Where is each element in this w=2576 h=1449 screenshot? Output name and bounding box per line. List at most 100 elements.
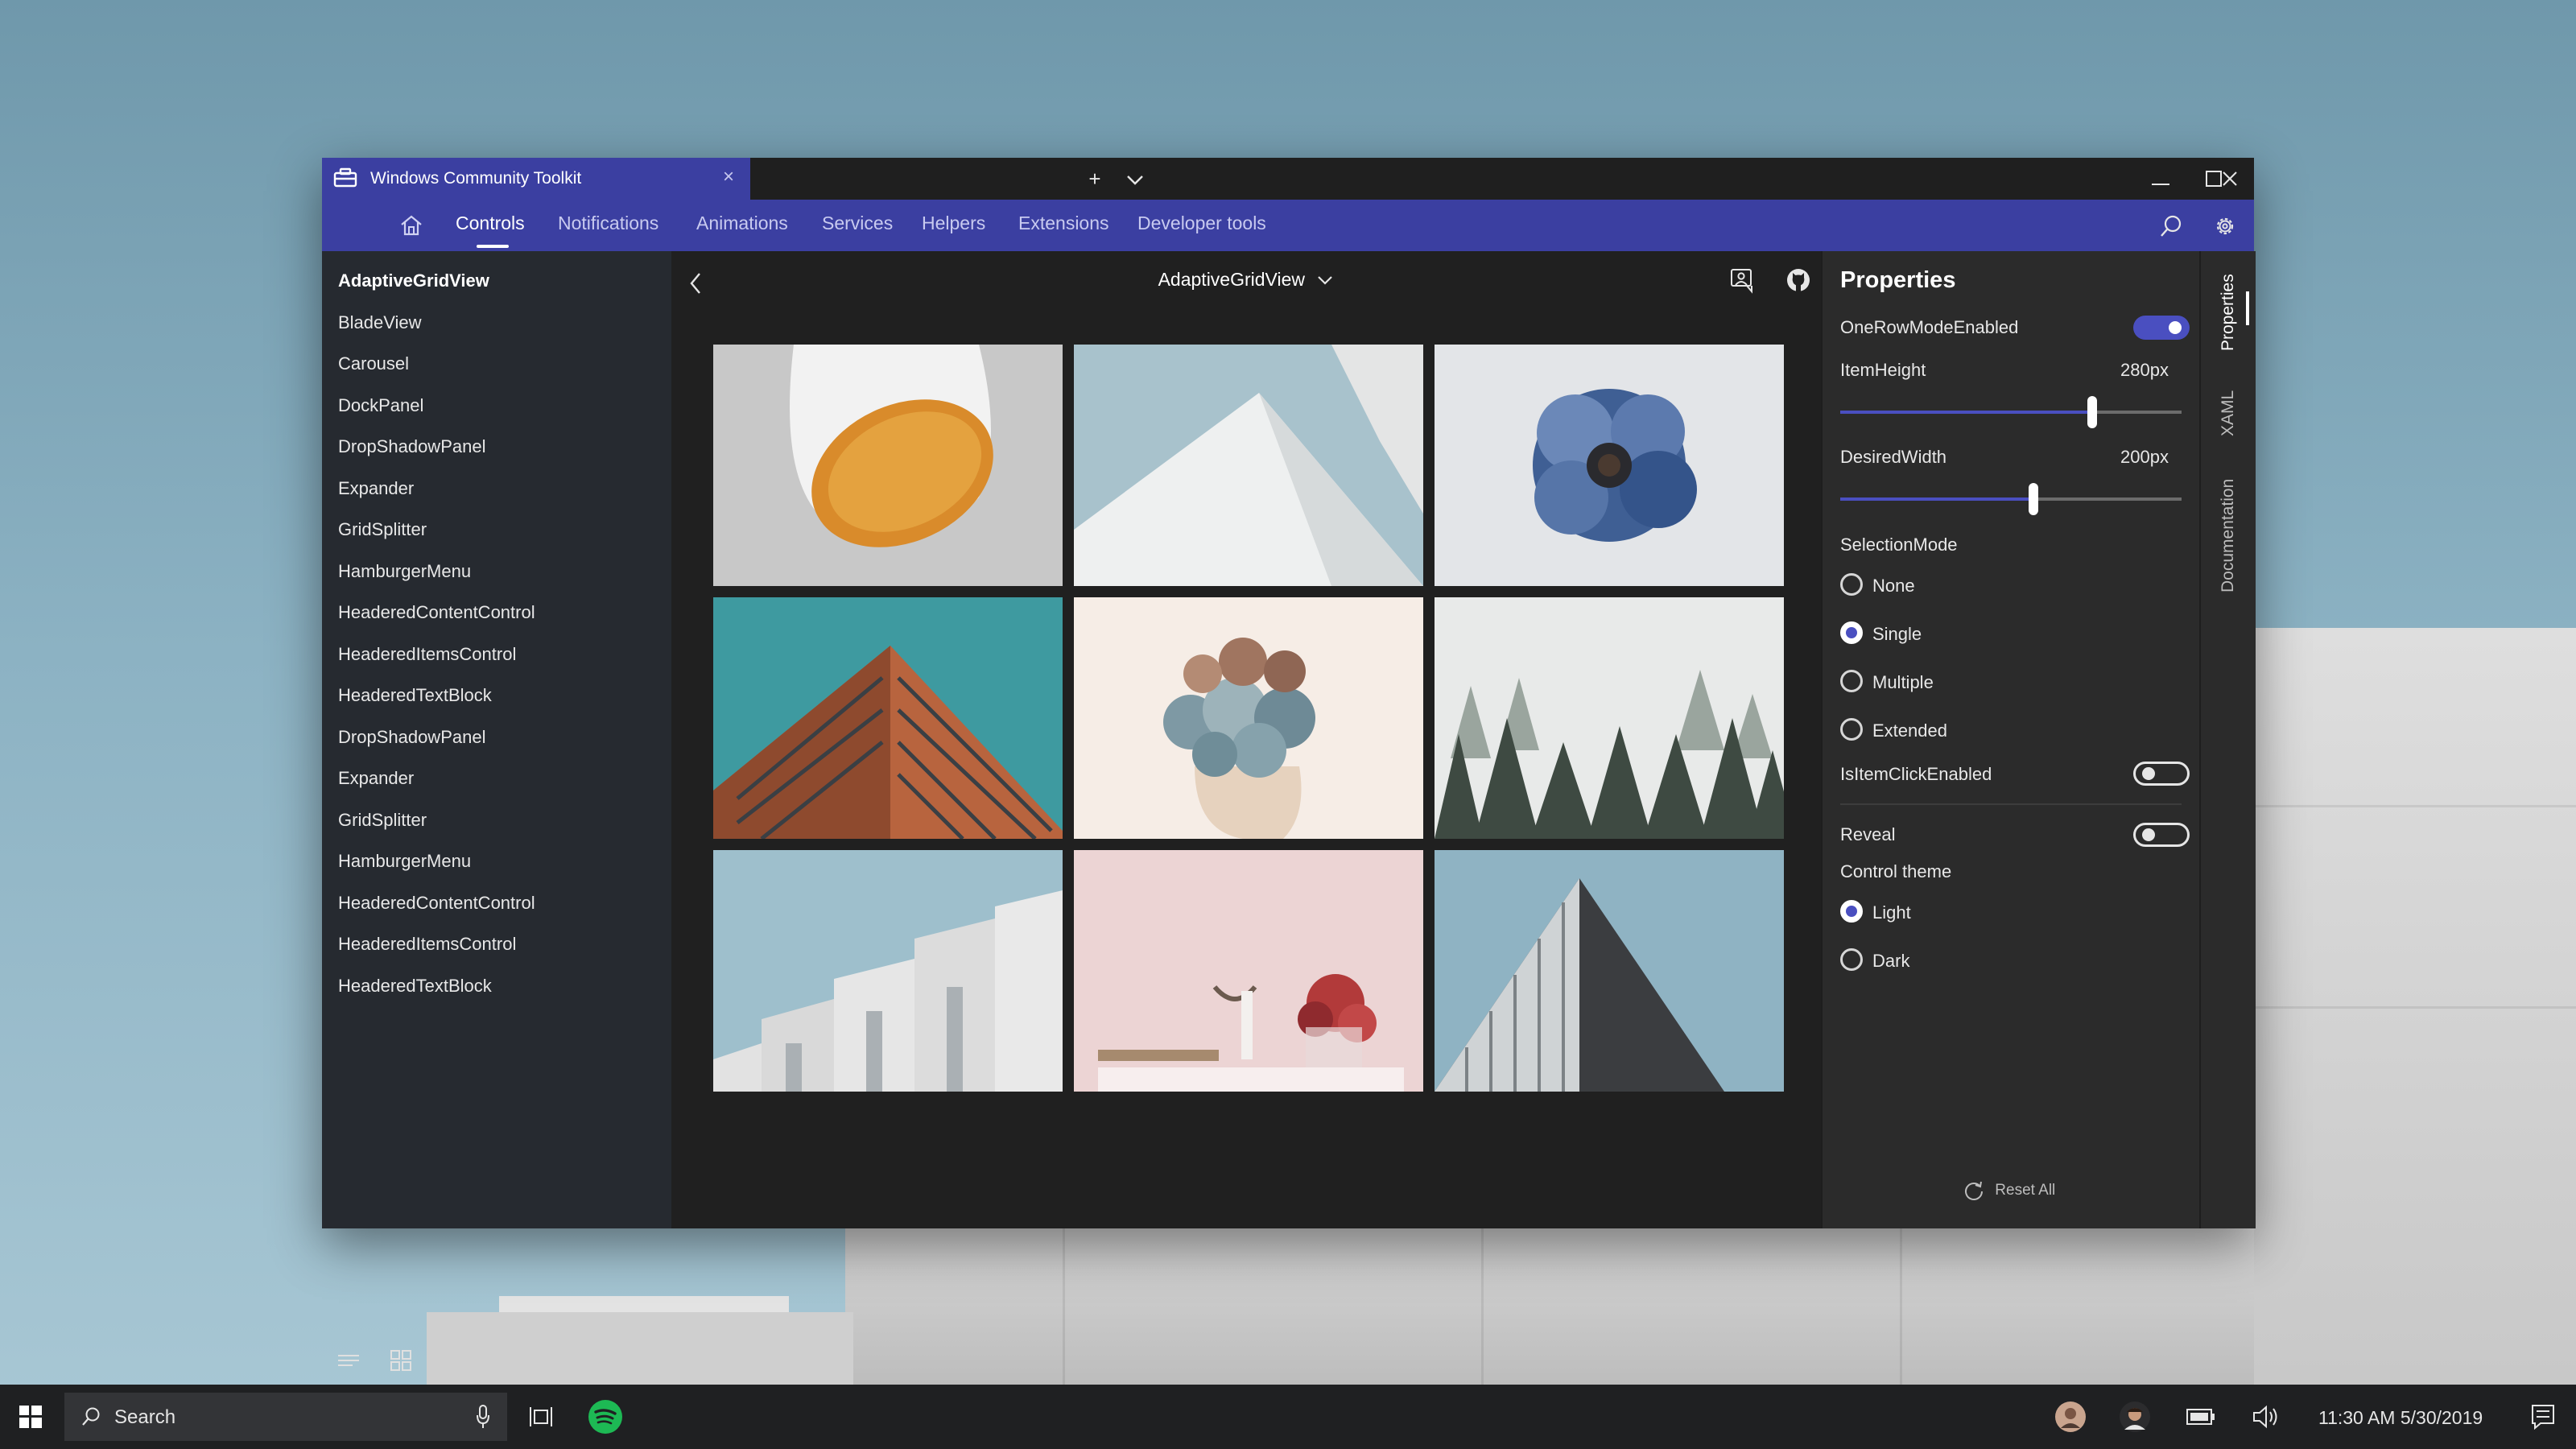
radio-none-label: None <box>1872 576 1915 596</box>
sidebar-item[interactable]: Expander <box>338 478 414 499</box>
nav-extensions[interactable]: Extensions <box>1018 213 1109 234</box>
nav-controls[interactable]: Controls <box>456 213 525 234</box>
nav-services[interactable]: Services <box>822 213 893 234</box>
sidebar-item[interactable]: DropShadowPanel <box>338 436 485 457</box>
grid-view-icon[interactable] <box>390 1349 412 1372</box>
tab-close-icon[interactable]: × <box>716 166 741 188</box>
tab-xaml[interactable]: XAML <box>2219 390 2273 456</box>
dark-triangle-image <box>1435 850 1784 1092</box>
tab-documentation-label: Documentation <box>2219 478 2237 592</box>
top-nav: Controls Notifications Animations Servic… <box>322 200 2254 251</box>
item-height-slider-fill <box>1840 411 2092 414</box>
chevron-down-icon <box>1318 276 1333 285</box>
sidebar-item[interactable]: BladeView <box>338 312 422 333</box>
action-center-icon[interactable] <box>2531 1404 2555 1430</box>
tab-active-indicator <box>2246 291 2249 325</box>
brick-building-image <box>713 597 1063 839</box>
photo-foggy-forest[interactable] <box>1435 597 1784 839</box>
tab-menu-chevron-icon[interactable] <box>1111 158 1159 200</box>
minimize-button[interactable] <box>2136 158 2185 200</box>
people-avatar-icon[interactable] <box>2119 1401 2151 1433</box>
toggle-knob <box>2142 828 2155 841</box>
sidebar-item[interactable]: HamburgerMenu <box>338 851 471 872</box>
background-seam <box>1900 1216 1902 1385</box>
sidebar-item[interactable]: DropShadowPanel <box>338 727 485 748</box>
tab-properties[interactable]: Properties <box>2219 274 2273 370</box>
sidebar-item[interactable]: HeaderedTextBlock <box>338 685 492 706</box>
photo-lamp[interactable] <box>713 345 1063 586</box>
nav-developer-tools[interactable]: Developer tools <box>1137 213 1266 234</box>
photo-pink-shelf-decor[interactable] <box>1074 850 1423 1092</box>
item-height-slider-thumb[interactable] <box>2087 396 2097 428</box>
sidebar-item[interactable]: Expander <box>338 768 414 789</box>
properties-title: Properties <box>1840 267 1956 293</box>
reveal-toggle[interactable] <box>2133 823 2190 847</box>
windows-start-icon[interactable] <box>19 1406 42 1428</box>
sidebar-item[interactable]: HeaderedItemsControl <box>338 934 516 955</box>
desired-width-slider[interactable] <box>1840 483 2182 515</box>
github-icon[interactable] <box>1785 267 1811 293</box>
nav-notifications[interactable]: Notifications <box>558 213 658 234</box>
sample-title[interactable]: AdaptiveGridView <box>671 269 1821 291</box>
radio-single[interactable] <box>1840 621 1863 644</box>
item-height-slider[interactable] <box>1840 396 2182 428</box>
battery-icon[interactable] <box>2186 1407 2215 1426</box>
taskbar-search-box[interactable]: Search <box>64 1393 507 1441</box>
microphone-icon[interactable] <box>475 1404 491 1430</box>
gear-icon[interactable] <box>2213 214 2237 238</box>
spotify-icon[interactable] <box>588 1399 623 1435</box>
background-roof-ledge <box>499 1296 789 1312</box>
sidebar-item[interactable]: HeaderedContentControl <box>338 893 535 914</box>
sidebar-item[interactable]: HeaderedItemsControl <box>338 644 516 665</box>
clock-date[interactable]: 11:30 AM 5/30/2019 <box>2318 1407 2483 1429</box>
contact-avatar-icon[interactable] <box>2054 1401 2087 1433</box>
sidebar-item-adaptivegridview[interactable]: AdaptiveGridView <box>338 270 489 291</box>
radio-extended[interactable] <box>1840 718 1863 741</box>
desired-width-slider-thumb[interactable] <box>2029 483 2038 515</box>
photo-white-triangle-building[interactable] <box>1074 345 1423 586</box>
close-button[interactable] <box>2206 158 2254 200</box>
sidebar-item[interactable]: GridSplitter <box>338 519 427 540</box>
photo-brick-building[interactable] <box>713 597 1063 839</box>
task-view-icon[interactable] <box>528 1404 554 1430</box>
tab-documentation[interactable]: Documentation <box>2219 479 2273 612</box>
sidebar-item[interactable]: Carousel <box>338 353 409 374</box>
steps-building-image <box>713 850 1063 1092</box>
app-window: Windows Community Toolkit × + Controls N… <box>322 158 2256 1371</box>
item-click-toggle[interactable] <box>2133 762 2190 786</box>
nav-helpers[interactable]: Helpers <box>922 213 985 234</box>
search-icon[interactable] <box>2159 214 2183 238</box>
sidebar-item[interactable]: HeaderedContentControl <box>338 602 535 623</box>
app-tab-title: Windows Community Toolkit <box>370 169 582 188</box>
sidebar-item[interactable]: DockPanel <box>338 395 423 416</box>
item-click-label: IsItemClickEnabled <box>1840 764 1992 784</box>
sidebar-item[interactable]: HamburgerMenu <box>338 561 471 582</box>
photo-succulents[interactable] <box>1074 597 1423 839</box>
sidebar-item[interactable]: HeaderedTextBlock <box>338 976 492 997</box>
feedback-icon[interactable] <box>1729 267 1757 295</box>
blue-flower-image <box>1435 345 1784 586</box>
one-row-mode-toggle[interactable] <box>2133 316 2190 340</box>
list-view-icon[interactable] <box>336 1351 361 1370</box>
photo-blue-flower[interactable] <box>1435 345 1784 586</box>
radio-dark[interactable] <box>1840 948 1863 971</box>
photo-dark-triangle-building[interactable] <box>1435 850 1784 1092</box>
properties-divider <box>1840 803 2182 805</box>
photo-white-steps-building[interactable] <box>713 850 1063 1092</box>
reset-all-button[interactable]: Reset All <box>1963 1180 2055 1201</box>
tab-xaml-label: XAML <box>2219 390 2237 436</box>
home-icon[interactable] <box>399 214 423 237</box>
sidebar-item[interactable]: GridSplitter <box>338 810 427 831</box>
nav-active-indicator <box>477 245 509 248</box>
radio-single-label: Single <box>1872 624 1922 644</box>
pink-decor-image <box>1074 850 1423 1092</box>
properties-panel: Properties OneRowModeEnabled ItemHeight … <box>1821 251 2201 1228</box>
radio-light[interactable] <box>1840 900 1863 923</box>
app-tab[interactable]: Windows Community Toolkit × <box>322 158 750 200</box>
volume-icon[interactable] <box>2252 1404 2280 1430</box>
background-seam <box>1063 1216 1065 1385</box>
radio-none[interactable] <box>1840 573 1863 596</box>
nav-animations[interactable]: Animations <box>696 213 788 234</box>
radio-multiple[interactable] <box>1840 670 1863 692</box>
radio-light-label: Light <box>1872 902 1911 923</box>
